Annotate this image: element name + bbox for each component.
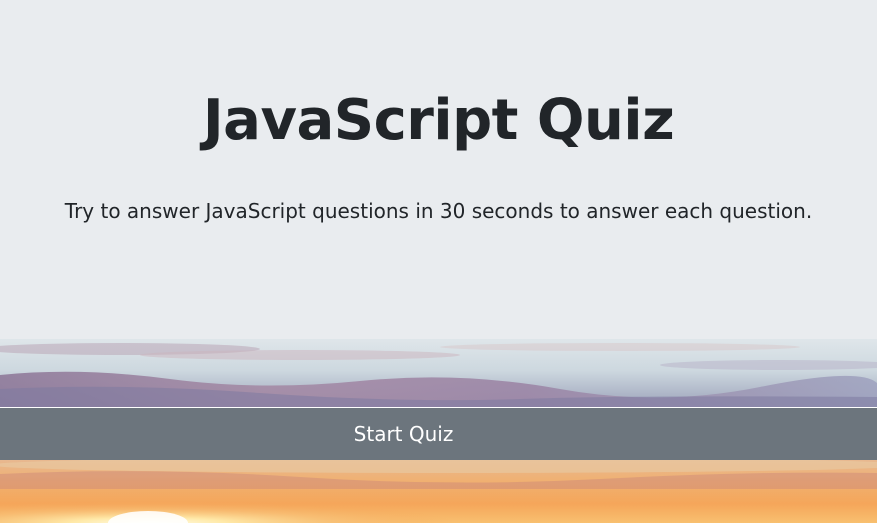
page-subtitle: Try to answer JavaScript questions in 30…: [64, 199, 813, 223]
start-quiz-button-extension: [807, 407, 877, 460]
page-title: JavaScript Quiz: [202, 88, 675, 153]
start-quiz-button[interactable]: Start Quiz: [0, 407, 807, 460]
jumbotron-header: JavaScript Quiz Try to answer JavaScript…: [0, 0, 877, 339]
